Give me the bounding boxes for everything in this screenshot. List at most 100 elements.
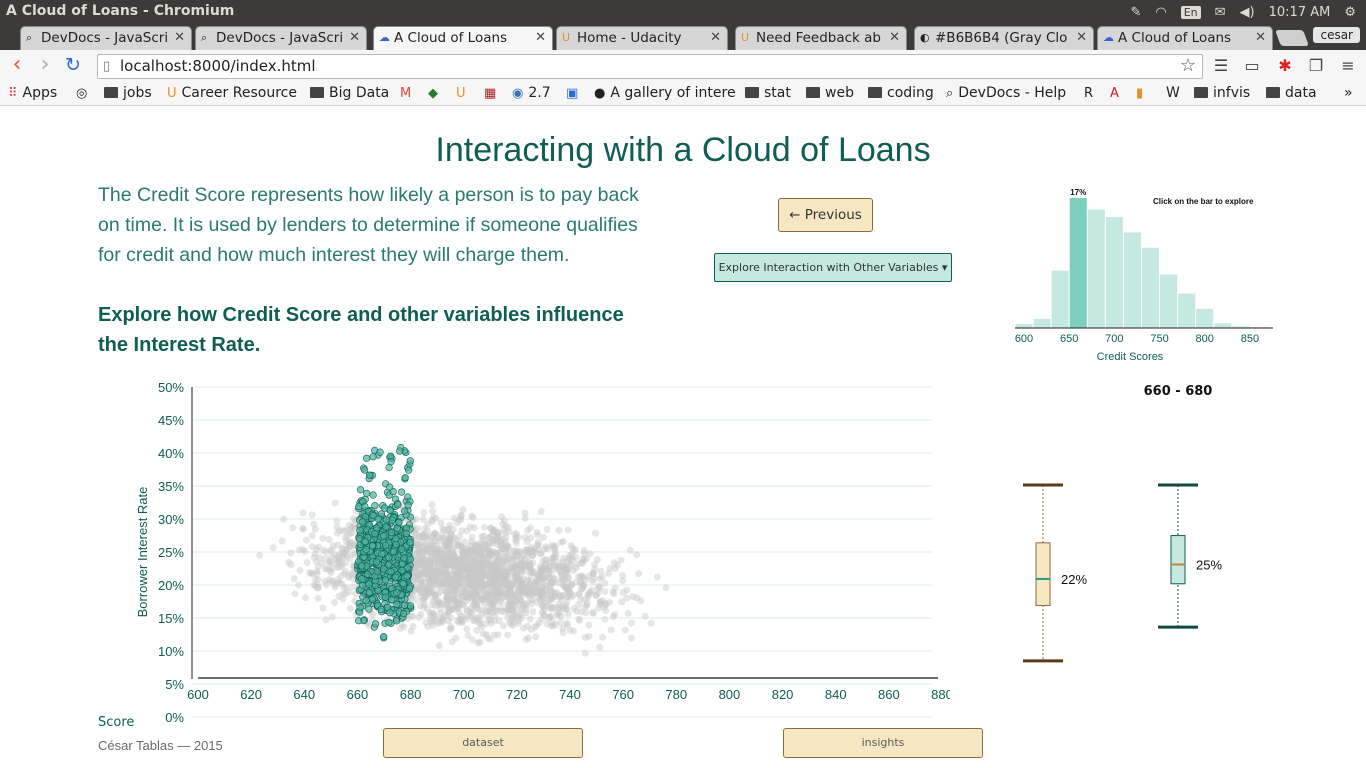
- settings-gear-icon[interactable]: ⚙: [1344, 5, 1356, 20]
- histogram-x-label: Credit Scores: [1097, 351, 1164, 363]
- loan-point: [494, 534, 502, 542]
- menu-icon[interactable]: ≡: [1338, 56, 1358, 76]
- bookmark-mitocw[interactable]: ▦: [484, 85, 501, 101]
- tab-need-feedback[interactable]: U Need Feedback ab ✕: [735, 26, 907, 50]
- reload-icon[interactable]: ↻: [60, 53, 86, 79]
- close-icon[interactable]: ✕: [535, 30, 546, 45]
- histogram-bar[interactable]: [1123, 232, 1141, 328]
- bookmark-web[interactable]: web: [806, 85, 854, 101]
- bookmarks-overflow[interactable]: »: [1344, 85, 1353, 101]
- histogram-bar[interactable]: [1033, 318, 1051, 328]
- profile-button[interactable]: cesar: [1313, 27, 1360, 43]
- histogram-hint: Click on the bar to explore: [1153, 197, 1254, 206]
- tab-gray-cloud[interactable]: ◐ #B6B6B4 (Gray Clo ✕: [914, 26, 1094, 50]
- histogram-bar[interactable]: [1160, 274, 1178, 328]
- address-bar[interactable]: ▯ localhost:8000/index.html ☆: [97, 54, 1203, 79]
- bookmark-stat[interactable]: stat: [745, 85, 791, 101]
- histogram-bar[interactable]: [1051, 270, 1069, 328]
- bookmark-ai[interactable]: A: [1110, 85, 1124, 101]
- dataset-button[interactable]: dataset: [383, 728, 583, 758]
- tab-devdocs-1[interactable]: ⌕ DevDocs - JavaScri ✕: [20, 26, 192, 50]
- tab-cloud-of-loans-2[interactable]: ☁ A Cloud of Loans ✕: [1097, 26, 1273, 50]
- bookmark-devdocs-help[interactable]: ⌕ DevDocs - Help: [946, 85, 1066, 101]
- histogram-bar[interactable]: [1069, 198, 1087, 328]
- loan-point: [543, 525, 551, 533]
- histogram-bar[interactable]: [1142, 247, 1160, 328]
- histogram-bar[interactable]: [1196, 308, 1214, 328]
- extension-layers-icon[interactable]: ❐: [1306, 56, 1326, 76]
- histogram-bar[interactable]: [1214, 323, 1232, 328]
- bookmark-wikipedia[interactable]: W: [1166, 85, 1180, 101]
- mail-icon[interactable]: ✉: [1215, 5, 1226, 20]
- cast-icon[interactable]: ▭: [1242, 56, 1262, 76]
- selected-loan-point: [355, 617, 363, 625]
- histogram-bar[interactable]: [1178, 293, 1196, 328]
- selected-loan-point: [399, 609, 408, 618]
- back-icon[interactable]: ‹: [4, 53, 30, 79]
- close-icon[interactable]: ✕: [174, 30, 185, 45]
- bookmark-jobs[interactable]: jobs: [104, 85, 152, 101]
- close-icon[interactable]: ✕: [889, 30, 900, 45]
- extension-red-icon[interactable]: ✱: [1275, 56, 1295, 76]
- loan-point: [333, 517, 341, 525]
- loan-point: [572, 553, 580, 561]
- selected-loan-point: [393, 589, 401, 597]
- bookmark-r[interactable]: R: [1084, 85, 1098, 101]
- loan-point: [653, 573, 661, 581]
- bookmark-evernote[interactable]: ◆: [428, 85, 443, 101]
- explore-variables-dropdown[interactable]: Explore Interaction with Other Variables…: [714, 253, 952, 282]
- clock[interactable]: 10:17 AM: [1269, 5, 1331, 20]
- loan-point: [591, 529, 599, 537]
- bookmark-udacity[interactable]: U: [456, 85, 471, 101]
- bookmark-data[interactable]: data: [1266, 85, 1317, 101]
- bookmark-wordpress[interactable]: ▣: [566, 85, 583, 101]
- tab-udacity[interactable]: U Home - Udacity ✕: [556, 26, 728, 50]
- bookmark-chart[interactable]: ▮: [1136, 85, 1148, 101]
- close-icon[interactable]: ✕: [1255, 30, 1266, 45]
- bookmark-career[interactable]: U Career Resource: [167, 85, 297, 101]
- keyboard-language[interactable]: En: [1180, 5, 1201, 19]
- loan-point: [434, 597, 442, 605]
- extension-funnel-icon[interactable]: ☰: [1211, 56, 1231, 76]
- forward-icon[interactable]: ›: [32, 53, 58, 79]
- insights-button[interactable]: insights: [783, 728, 983, 758]
- loan-point: [469, 601, 477, 609]
- scatter-x-tick-label: 880: [931, 687, 950, 702]
- loan-point: [521, 563, 529, 571]
- close-icon[interactable]: ✕: [349, 30, 360, 45]
- loan-point: [547, 592, 555, 600]
- close-icon[interactable]: ✕: [1076, 30, 1087, 45]
- new-tab-button[interactable]: [1275, 30, 1309, 46]
- loan-point: [559, 581, 567, 589]
- bookmark-mw[interactable]: ◎: [76, 85, 92, 101]
- bookmark-star-icon[interactable]: ☆: [1180, 54, 1196, 77]
- wifi-icon[interactable]: ◠: [1155, 5, 1166, 20]
- loan-point: [524, 526, 532, 534]
- bookmark-infvis[interactable]: infvis: [1194, 85, 1250, 101]
- close-icon[interactable]: ✕: [710, 30, 721, 45]
- bookmark-gallery[interactable]: ● A gallery of intere: [594, 85, 736, 101]
- loan-point: [464, 566, 472, 574]
- search-icon: ⌕: [946, 86, 954, 101]
- selected-loan-point: [390, 547, 398, 556]
- volume-icon[interactable]: ◀): [1240, 5, 1255, 20]
- tab-devdocs-2[interactable]: ⌕ DevDocs - JavaScri ✕: [195, 26, 367, 50]
- bookmark-gmail[interactable]: M: [400, 85, 416, 101]
- bookmark-coding[interactable]: coding: [868, 85, 934, 101]
- loan-point: [501, 581, 509, 589]
- attachment-icon[interactable]: ✎: [1130, 5, 1141, 20]
- bookmark-bigdata[interactable]: Big Data: [310, 85, 389, 101]
- bookmark-python[interactable]: ◉ 2.7: [512, 85, 551, 101]
- tab-strip: ⌕ DevDocs - JavaScri ✕ ⌕ DevDocs - JavaScri…: [0, 24, 1366, 50]
- selected-loan-point: [369, 511, 377, 520]
- histogram-bar[interactable]: [1015, 324, 1033, 328]
- loan-point: [470, 555, 478, 563]
- bookmark-apps[interactable]: ⠿ Apps: [8, 85, 57, 101]
- histogram-bar[interactable]: [1087, 209, 1105, 328]
- loan-point: [478, 553, 486, 561]
- credit-score-histogram[interactable]: 17% 600 650 700 750 800 850 Credit Scores Click …: [1000, 182, 1280, 372]
- histogram-bar[interactable]: [1105, 217, 1123, 328]
- previous-button[interactable]: ← Previous: [778, 198, 873, 232]
- tab-cloud-of-loans[interactable]: ☁ A Cloud of Loans ✕: [373, 26, 553, 50]
- loan-point: [568, 544, 576, 552]
